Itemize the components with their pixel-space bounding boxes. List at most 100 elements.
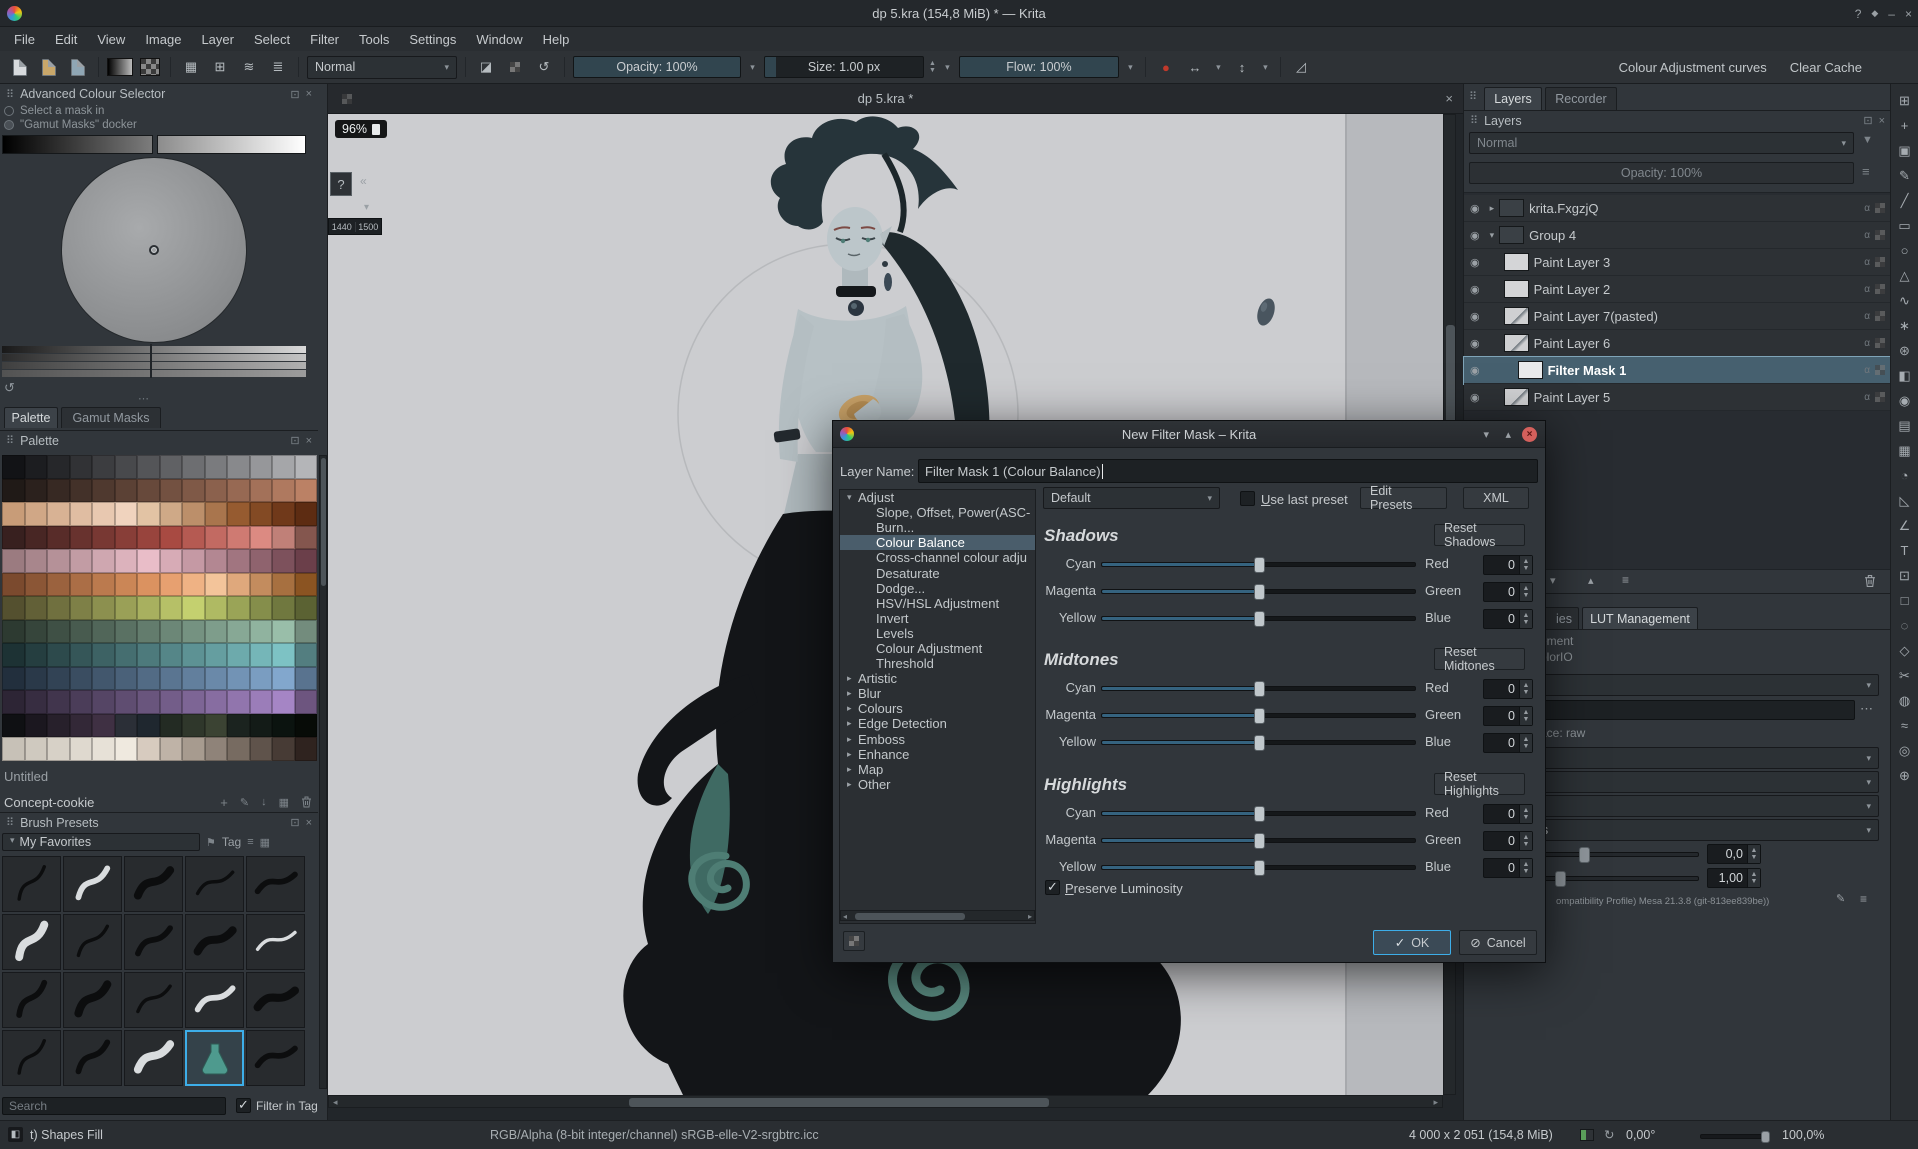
- brush-preset-tile[interactable]: [2, 856, 61, 912]
- ok-button[interactable]: ✓OK: [1373, 930, 1451, 955]
- layer-row-paint-layer-5[interactable]: ◉Paint Layer 5α: [1464, 384, 1891, 411]
- palette-swatch[interactable]: [137, 549, 160, 573]
- spinbox-midtones-red[interactable]: 0▲▼: [1483, 679, 1533, 699]
- palette-swatch[interactable]: [92, 737, 115, 761]
- lut-menu-icon[interactable]: ≡: [1860, 892, 1867, 906]
- scroll-right-icon[interactable]: ▸: [1028, 911, 1032, 922]
- tag-filter-dropdown[interactable]: ▾My Favorites: [2, 833, 200, 851]
- tag-flag-icon[interactable]: ⚑: [206, 836, 216, 849]
- layer-row-group-4[interactable]: ◉▾Group 4α: [1464, 222, 1891, 249]
- palette-swatch[interactable]: [227, 455, 250, 479]
- freehand-select-tool-icon[interactable]: ✂: [1893, 663, 1917, 688]
- palette-swatch[interactable]: [2, 596, 25, 620]
- palette-swatch[interactable]: [137, 573, 160, 597]
- slider-handle[interactable]: [1254, 584, 1265, 600]
- slider-handle[interactable]: [1254, 557, 1265, 573]
- palette-swatch[interactable]: [25, 643, 48, 667]
- brush-preset-tile[interactable]: [2, 1030, 61, 1086]
- choose-workspace-button[interactable]: ▦: [179, 55, 203, 79]
- menu-tools[interactable]: Tools: [349, 29, 399, 50]
- layer-row-krita-fxgzjq[interactable]: ◉▸krita.FxgzjQα: [1464, 195, 1891, 222]
- palette-swatch[interactable]: [182, 643, 205, 667]
- flow-slider[interactable]: Flow: 100%: [959, 56, 1119, 78]
- use-last-preset-checkbox[interactable]: [1240, 491, 1255, 506]
- polygon-select-tool-icon[interactable]: ◇: [1893, 638, 1917, 663]
- palette-swatch[interactable]: [47, 620, 70, 644]
- palette-swatch[interactable]: [25, 596, 48, 620]
- wrap-around-button[interactable]: ≋: [237, 55, 261, 79]
- reload-preset-button[interactable]: ↺: [532, 55, 556, 79]
- palette-swatch[interactable]: [115, 714, 138, 738]
- close-document-icon[interactable]: ×: [1445, 91, 1453, 106]
- assistants-tool-icon[interactable]: ◺: [1893, 488, 1917, 513]
- tree-item-levels[interactable]: Levels: [840, 626, 1035, 641]
- layer-row-filter-mask-1[interactable]: ◉Filter Mask 1α: [1464, 357, 1891, 384]
- palette-swatch[interactable]: [2, 620, 25, 644]
- palette-swatch[interactable]: [92, 502, 115, 526]
- palette-swatch[interactable]: [115, 526, 138, 550]
- mirror-horizontal-button[interactable]: ↔: [1183, 55, 1207, 79]
- slider-handle[interactable]: [1254, 611, 1265, 627]
- palette-swatch[interactable]: [182, 502, 205, 526]
- brush-preset-tile[interactable]: [185, 914, 244, 970]
- edit-palette-icon[interactable]: ✎: [240, 796, 249, 809]
- cancel-button[interactable]: ⊘Cancel: [1459, 930, 1537, 955]
- palette-swatch[interactable]: [2, 690, 25, 714]
- palette-swatch[interactable]: [115, 596, 138, 620]
- palette-swatch[interactable]: [205, 479, 228, 503]
- palette-swatch[interactable]: [182, 667, 205, 691]
- brush-preset-tile[interactable]: [185, 1030, 244, 1086]
- tab-recorder[interactable]: Recorder: [1545, 87, 1617, 110]
- spinbox-shadows-blue[interactable]: 0▲▼: [1483, 609, 1533, 629]
- collapse-down-icon[interactable]: ▾: [364, 202, 369, 213]
- move-layer-down-icon[interactable]: ▾: [1550, 574, 1556, 587]
- palette-swatch[interactable]: [70, 526, 93, 550]
- palette-swatch[interactable]: [295, 502, 318, 526]
- palette-swatch[interactable]: [295, 596, 318, 620]
- palette-swatch[interactable]: [227, 502, 250, 526]
- brush-preset-tile[interactable]: [246, 1030, 305, 1086]
- palette-swatch[interactable]: [25, 690, 48, 714]
- lut-exposure-spinbox[interactable]: 0,0▲▼: [1707, 844, 1761, 864]
- palette-swatch[interactable]: [2, 549, 25, 573]
- palette-swatch[interactable]: [115, 737, 138, 761]
- brush-preset-tile[interactable]: [63, 856, 122, 912]
- palette-swatch[interactable]: [205, 714, 228, 738]
- float-docker-icon[interactable]: ⊡: [290, 434, 299, 447]
- menu-filter[interactable]: Filter: [300, 29, 349, 50]
- palette-swatch[interactable]: [182, 573, 205, 597]
- move-tool-icon[interactable]: +: [1893, 113, 1917, 138]
- palette-swatch[interactable]: [272, 549, 295, 573]
- tool-options-question-button[interactable]: ?: [330, 172, 352, 196]
- preset-dropdown[interactable]: Default▾: [1043, 487, 1220, 509]
- menu-edit[interactable]: Edit: [45, 29, 87, 50]
- palette-swatch[interactable]: [25, 573, 48, 597]
- layer-filter-funnel-icon[interactable]: ▼: [1862, 134, 1873, 146]
- transform-tool-icon[interactable]: ⊞: [1893, 88, 1917, 113]
- palette-swatch[interactable]: [115, 573, 138, 597]
- palette-swatch[interactable]: [92, 714, 115, 738]
- edit-presets-button[interactable]: Edit Presets: [1360, 487, 1447, 509]
- palette-swatch[interactable]: [47, 479, 70, 503]
- palette-swatch[interactable]: [182, 690, 205, 714]
- multibrush-tool-icon[interactable]: ⊛: [1893, 338, 1917, 363]
- palette-swatch[interactable]: [137, 737, 160, 761]
- palette-swatch[interactable]: [137, 690, 160, 714]
- ellipse-select-tool-icon[interactable]: ◌: [1893, 613, 1917, 638]
- palette-swatch[interactable]: [295, 549, 318, 573]
- palette-swatch[interactable]: [25, 714, 48, 738]
- palette-swatch[interactable]: [295, 737, 318, 761]
- layer-visibility-icon[interactable]: ◉: [1470, 229, 1480, 242]
- thumbnail-preview-toggle-button[interactable]: [843, 931, 865, 951]
- brush-editor-button[interactable]: ≣: [266, 55, 290, 79]
- palette-swatch[interactable]: [47, 549, 70, 573]
- palette-swatch[interactable]: [25, 526, 48, 550]
- alpha-lock-icon[interactable]: α: [1864, 311, 1870, 322]
- palette-swatch[interactable]: [160, 502, 183, 526]
- palette-swatch[interactable]: [205, 596, 228, 620]
- overlay-number-field[interactable]: 1500: [356, 222, 382, 232]
- palette-swatch[interactable]: [47, 690, 70, 714]
- palette-swatch[interactable]: [47, 714, 70, 738]
- rect-select-tool-icon[interactable]: □: [1893, 588, 1917, 613]
- palette-swatch[interactable]: [2, 714, 25, 738]
